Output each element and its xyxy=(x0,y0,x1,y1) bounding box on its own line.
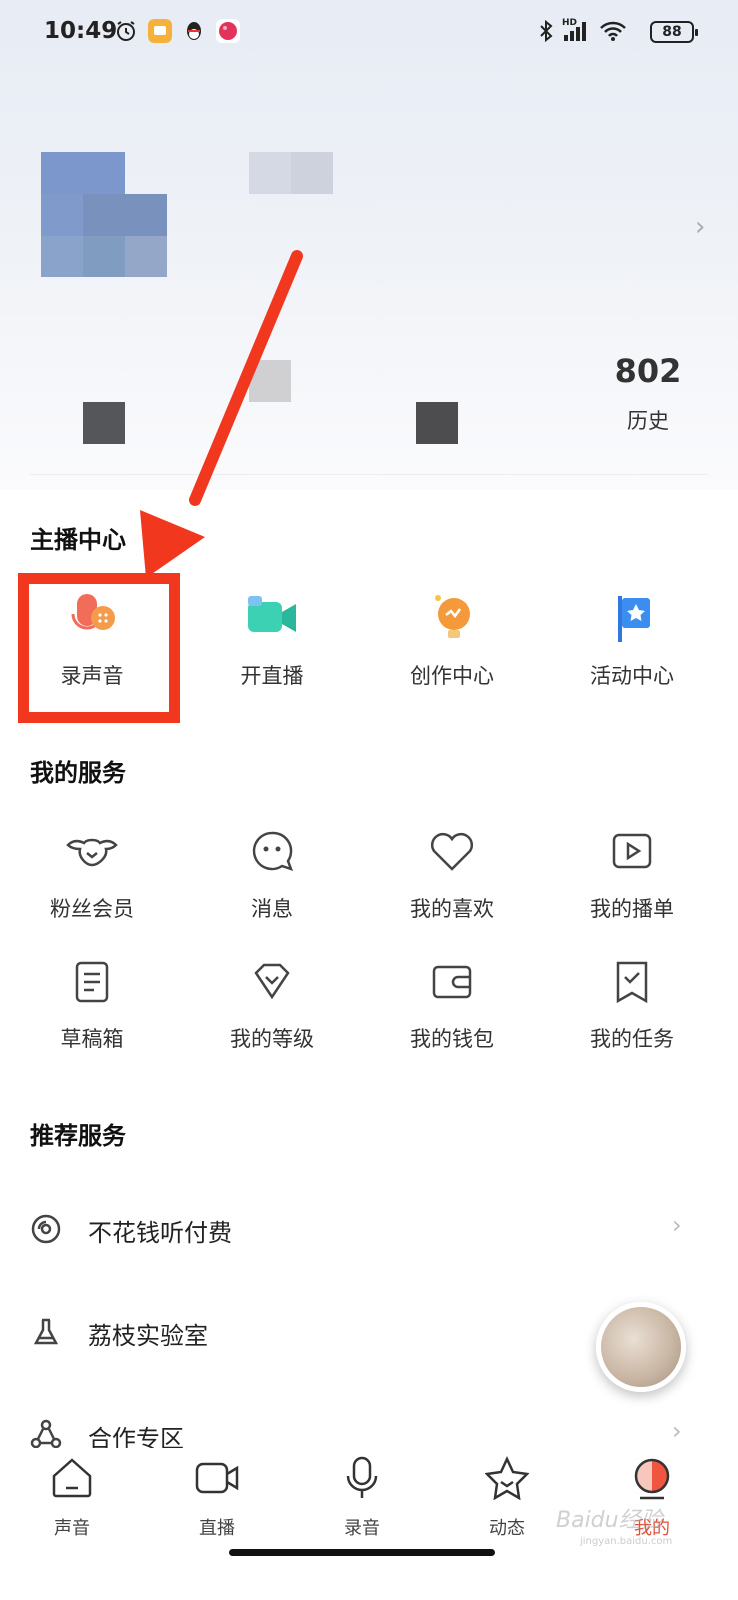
free-listen-label: 不花钱听付费 xyxy=(88,1219,232,1247)
stat-block xyxy=(83,402,125,444)
divider xyxy=(30,474,708,475)
task-icon xyxy=(616,961,648,1004)
watermark-url: jingyan.baidu.com xyxy=(580,1536,673,1547)
tab-live-label: 直播 xyxy=(199,1518,235,1539)
my-task-label: 我的任务 xyxy=(590,1027,674,1051)
battery-indicator: 88 xyxy=(650,21,698,43)
chevron-right-icon: › xyxy=(672,1211,682,1239)
section-title-anchor-center: 主播中心 xyxy=(30,526,126,554)
activity-center-label: 活动中心 xyxy=(590,664,674,688)
watermark: Baidu经验 xyxy=(556,1508,663,1533)
stat-block xyxy=(249,360,291,402)
free-listen-row[interactable]: 不花钱听付费 › xyxy=(0,1195,738,1275)
activity-center-button[interactable]: 活动中心 xyxy=(540,592,724,712)
level-icon xyxy=(254,963,290,1000)
my-wallet-label: 我的钱包 xyxy=(410,1027,494,1051)
bluetooth-icon xyxy=(540,19,553,43)
cooperation-icon xyxy=(30,1419,62,1449)
music-app-icon xyxy=(216,19,240,43)
fan-member-icon xyxy=(66,838,118,867)
my-likes-label: 我的喜欢 xyxy=(410,897,494,921)
heart-icon xyxy=(430,832,474,871)
tab-sound[interactable]: 声音 xyxy=(17,1456,127,1546)
tab-live[interactable]: 直播 xyxy=(162,1456,272,1546)
section-title-my-services: 我的服务 xyxy=(30,759,126,787)
activity-flag-icon xyxy=(618,596,650,642)
status-bar: 10:49 HD 88 xyxy=(0,0,738,64)
my-level-label: 我的等级 xyxy=(230,1027,314,1051)
wifi-icon xyxy=(600,21,626,41)
draft-box-button[interactable]: 草稿箱 xyxy=(0,955,184,1075)
profile-chevron-icon[interactable]: › xyxy=(695,212,705,242)
draft-icon xyxy=(75,961,109,1003)
tab-record-label: 录音 xyxy=(344,1518,380,1539)
history-count: 802 xyxy=(614,352,682,390)
message-icon xyxy=(252,831,294,872)
history-label: 历史 xyxy=(627,409,669,433)
tab-feed[interactable]: 动态 xyxy=(452,1456,562,1546)
chevron-right-icon: › xyxy=(672,1417,682,1445)
creation-center-button[interactable]: 创作中心 xyxy=(360,592,544,712)
wallet-icon xyxy=(432,965,472,999)
highlight-box xyxy=(18,573,180,723)
tab-feed-label: 动态 xyxy=(489,1518,525,1539)
draft-box-label: 草稿箱 xyxy=(60,1027,124,1051)
creation-center-label: 创作中心 xyxy=(410,664,494,688)
qq-icon xyxy=(187,22,201,40)
fan-member-label: 粉丝会员 xyxy=(50,897,134,921)
tab-record[interactable]: 录音 xyxy=(307,1456,417,1546)
my-task-button[interactable]: 我的任务 xyxy=(540,955,724,1075)
alarm-icon xyxy=(117,21,135,41)
creation-bulb-icon xyxy=(435,595,470,638)
home-icon xyxy=(52,1458,92,1498)
signal-icon xyxy=(564,22,586,41)
section-title-recommended: 推荐服务 xyxy=(30,1122,126,1150)
my-playlist-button[interactable]: 我的播单 xyxy=(540,825,724,945)
my-likes-button[interactable]: 我的喜欢 xyxy=(360,825,544,945)
tab-sound-label: 声音 xyxy=(54,1518,90,1539)
message-button[interactable]: 消息 xyxy=(180,825,364,945)
fan-member-button[interactable]: 粉丝会员 xyxy=(0,825,184,945)
video-icon xyxy=(195,1462,239,1494)
status-time: 10:49 xyxy=(44,18,118,44)
me-icon xyxy=(634,1458,670,1500)
start-live-button[interactable]: 开直播 xyxy=(180,592,364,712)
floating-player-button[interactable] xyxy=(596,1302,686,1392)
free-listen-icon xyxy=(31,1214,61,1244)
my-level-button[interactable]: 我的等级 xyxy=(180,955,364,1075)
microphone-icon xyxy=(346,1456,378,1498)
notes-app-icon xyxy=(148,19,172,43)
home-indicator xyxy=(229,1549,495,1556)
live-camera-icon xyxy=(248,596,296,632)
stat-block xyxy=(416,402,458,444)
star-icon xyxy=(485,1456,529,1500)
lab-label: 荔枝实验室 xyxy=(88,1322,208,1350)
flask-icon xyxy=(33,1318,59,1345)
message-label: 消息 xyxy=(251,897,293,921)
start-live-label: 开直播 xyxy=(240,664,304,688)
my-playlist-label: 我的播单 xyxy=(590,897,674,921)
my-wallet-button[interactable]: 我的钱包 xyxy=(360,955,544,1075)
playlist-icon xyxy=(612,833,652,869)
